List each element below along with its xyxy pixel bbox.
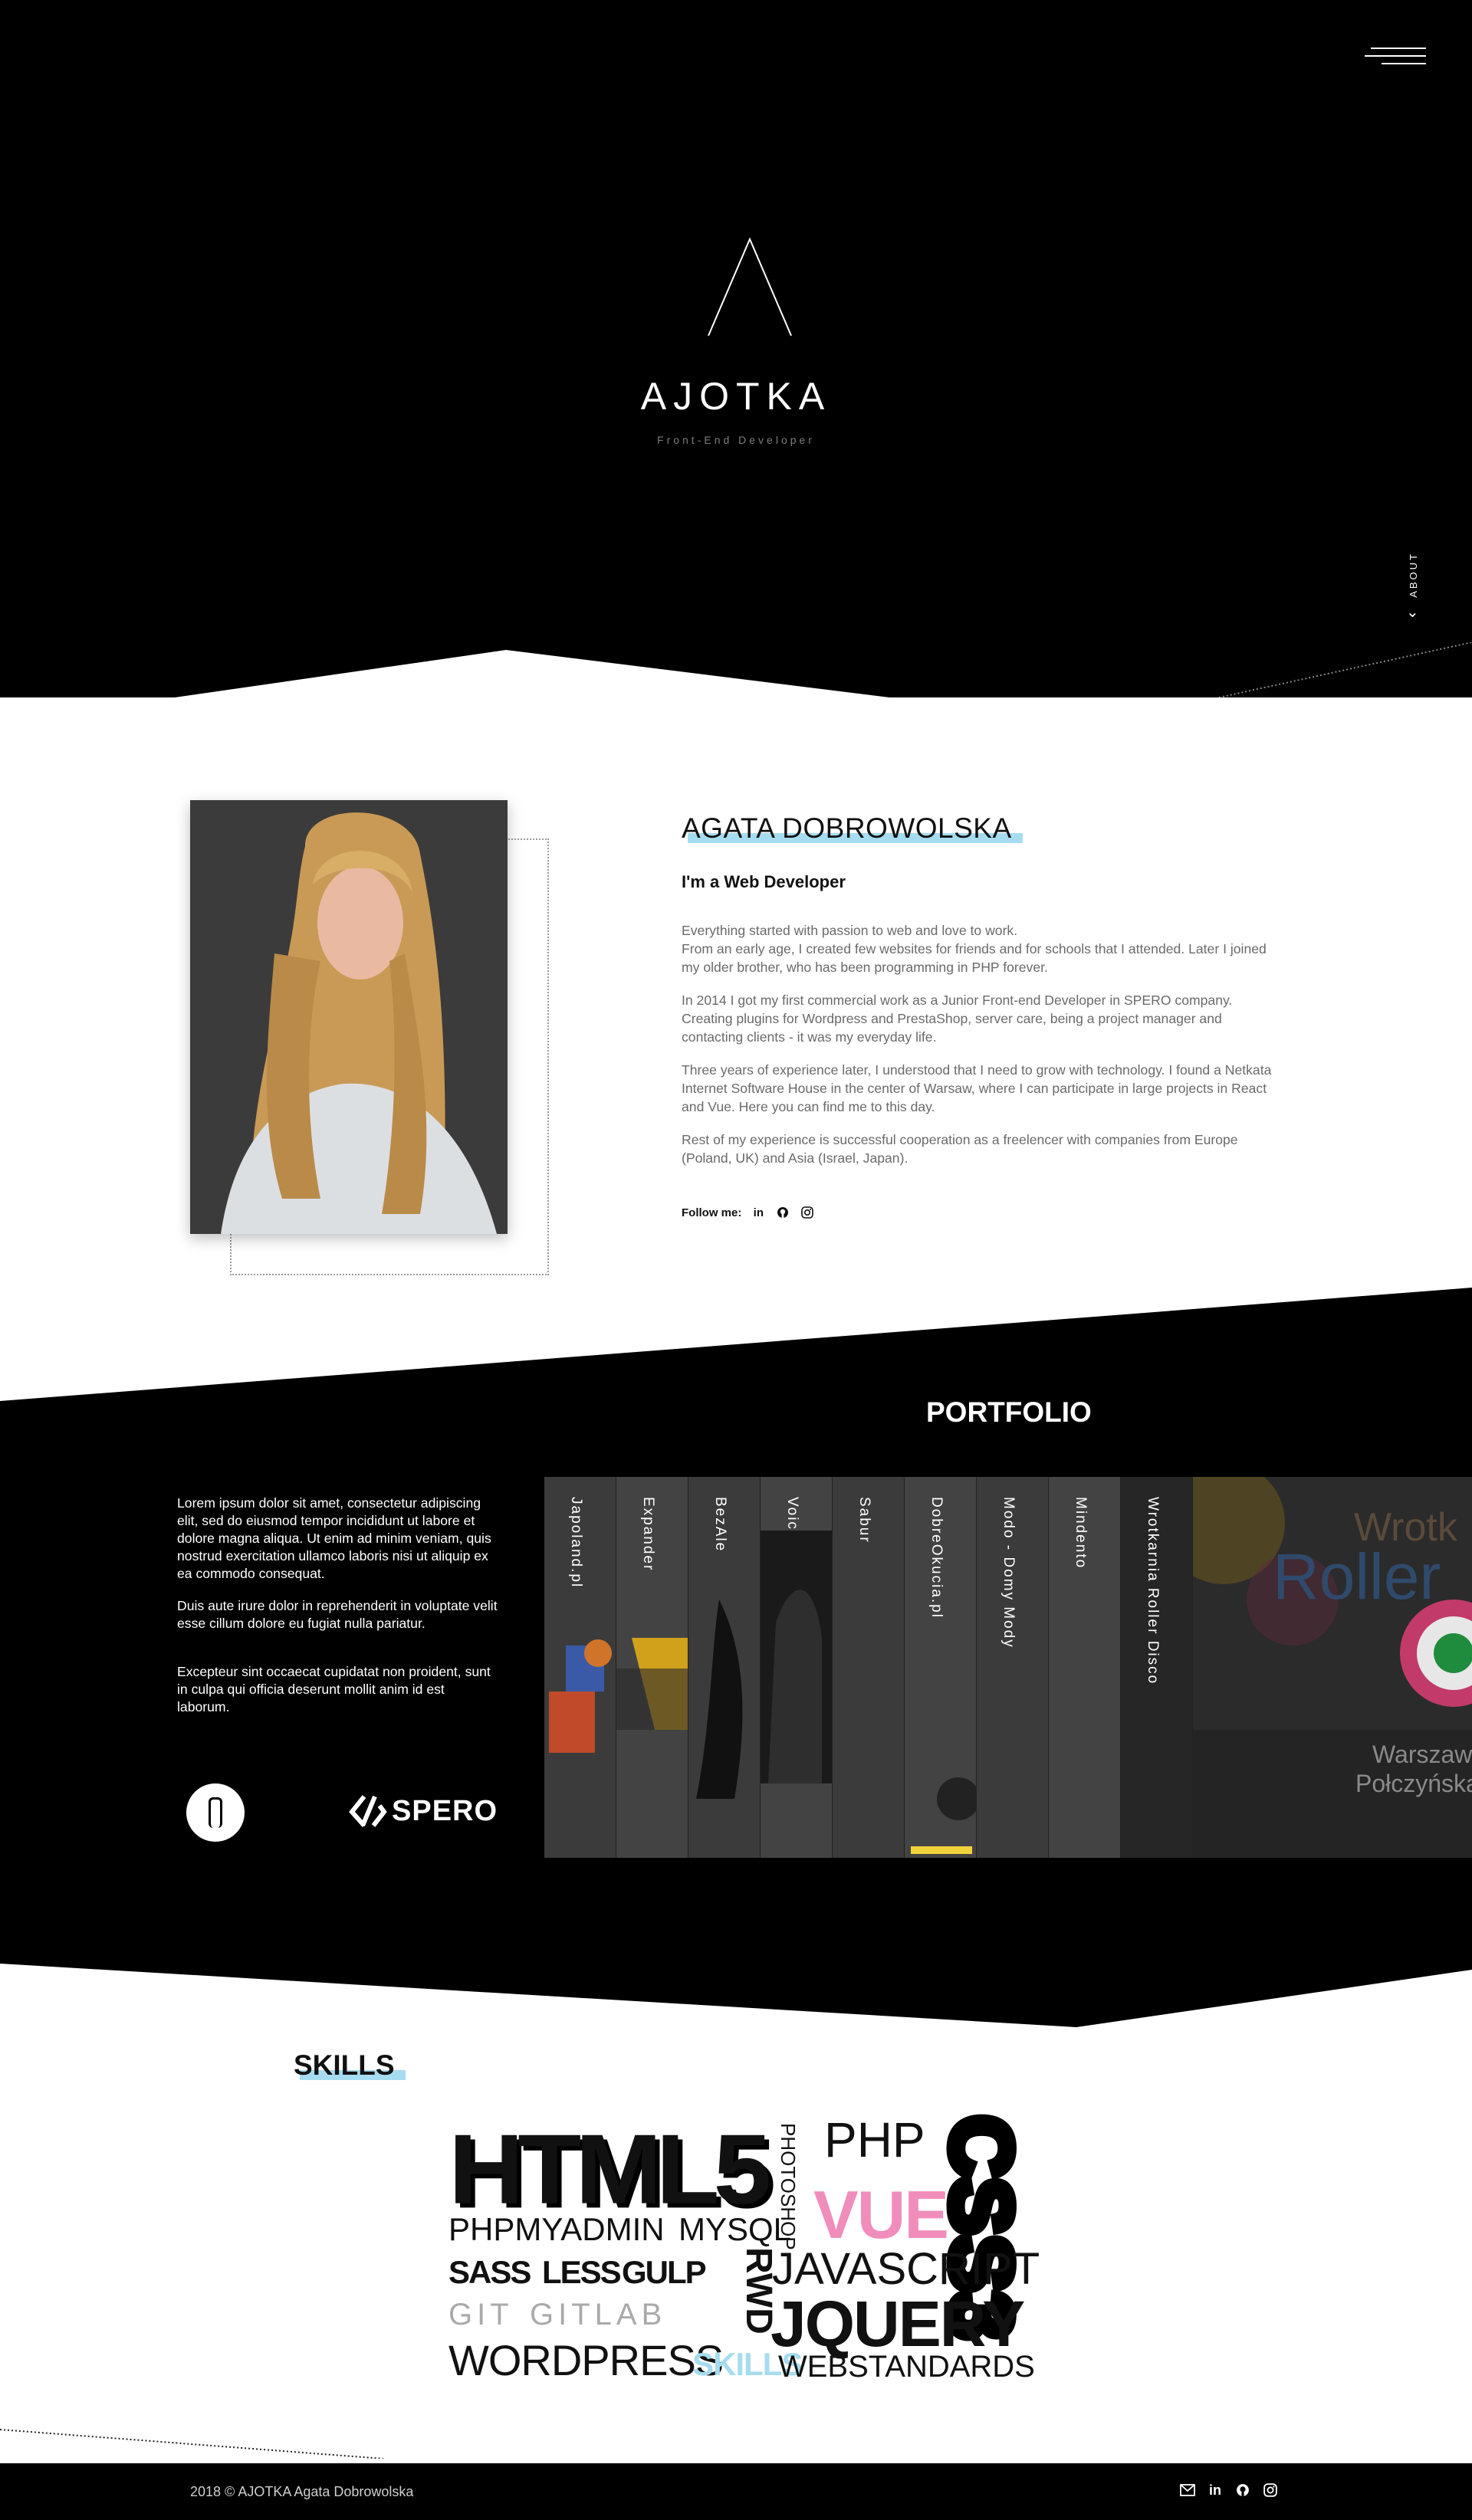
copyright: 2018 © AJOTKA Agata Dobrowolska [190,2484,414,2499]
hamburger-icon[interactable] [1357,44,1426,72]
skill-sass: SASS [449,2254,531,2290]
github-icon[interactable] [1234,2482,1251,2499]
portfolio-heading: PORTFOLIO [926,1396,1102,1428]
about-name-heading: AGATA DOBROWOLSKA [682,812,1023,844]
skills-word-cloud: HTML5 PHOTOSHOP PHP CSS3 PHPMYADMIN MYSQ… [449,2111,1040,2391]
skill-webstandards: WEBSTANDARDS [778,2350,1035,2384]
project-tab[interactable]: Sabur [833,1477,905,1858]
spero-mark-icon [349,1795,387,1827]
project-tab[interactable]: BezAle [688,1477,761,1858]
follow-me: Follow me: in [682,1205,815,1220]
decorative-dotted-line [1219,642,1472,697]
logo-a-icon [708,238,792,336]
brand-logo-circle[interactable] [186,1783,245,1842]
featured-text-line: Roller [1273,1541,1441,1613]
mail-icon[interactable] [1179,2482,1196,2499]
site-subtitle: Front-End Developer [657,434,815,446]
bio-paragraph: In 2014 I got my first commercial work a… [682,993,1233,1045]
bio-paragraph: Rest of my experience is successful coop… [682,1132,1238,1166]
linkedin-icon[interactable]: in [1207,2482,1224,2499]
skill-gulp: GULP [622,2254,707,2290]
follow-label: Follow me: [682,1206,742,1219]
spero-logo[interactable]: SPERO [349,1793,498,1829]
portfolio-paragraph: Lorem ipsum dolor sit amet, consectetur … [177,1495,491,1581]
project-tab[interactable]: Wrotkarnia Roller Disco [1121,1477,1193,1858]
featured-text-line: Połczyńska [1355,1770,1472,1797]
skill-mysql: MYSQL [678,2211,792,2247]
project-tab[interactable]: VoiceFlow [761,1477,833,1858]
bio-paragraph: Everything started with passion to web a… [682,923,1267,975]
linkedin-icon[interactable]: in [751,1205,766,1220]
instagram-icon[interactable] [1262,2482,1279,2499]
about-role: I'm a Web Developer [682,872,846,891]
project-tab[interactable]: Japoland.pl [544,1477,616,1858]
portfolio-intro: Lorem ipsum dolor sit amet, consectetur … [177,1495,499,1731]
skill-vue: VUE [813,2177,949,2253]
footer: 2018 © AJOTKA Agata Dobrowolska in [0,2463,1472,2520]
hero-section: AJOTKA Front-End Developer ABOUT ⌄ [0,0,1472,697]
site-title: AJOTKA [640,375,832,418]
featured-project-preview[interactable]: Wrotk Roller Warszaw Połczyńska [1193,1477,1472,1858]
spero-wordmark: SPERO [392,1794,498,1827]
github-icon[interactable] [775,1205,790,1220]
scroll-to-about-link[interactable]: ABOUT ⌄ [1401,552,1432,621]
featured-text-line: Warszaw [1372,1741,1472,1768]
skill-phpmyadmin: PHPMYADMIN [449,2211,665,2247]
skill-jquery: JQUERY [770,2288,1025,2360]
skill-gitlab: GITLAB [530,2298,667,2331]
profile-photo [190,800,508,1234]
decorative-dotted-line [0,2429,383,2459]
skill-html5: HTML5 [449,2113,771,2225]
skills-heading: SKILLS [294,2049,406,2081]
instagram-icon[interactable] [800,1205,815,1220]
footer-social-links: in [1179,2482,1279,2499]
project-accordion: Japoland.pl Expander BezAle VoiceFlow Sa… [544,1477,1472,1858]
skill-wordpress: WORDPRESS [449,2336,724,2384]
project-tab[interactable]: Expander [616,1477,688,1858]
chevron-down-icon: ⌄ [1406,604,1419,621]
project-tab[interactable]: DobreOkucia.pl [905,1477,977,1858]
portfolio-paragraph: Excepteur sint occaecat cupidatat non pr… [177,1664,491,1714]
skill-php: PHP [824,2112,925,2167]
bio-paragraph: Three years of experience later, I under… [682,1062,1272,1114]
portfolio-paragraph: Duis aute irure dolor in reprehenderit i… [177,1598,498,1631]
about-label: ABOUT [1408,552,1419,598]
skill-git: GIT [449,2298,514,2331]
project-tab[interactable]: Modo - Domy Mody [977,1477,1049,1858]
skill-javascript: JAVASCRIPT [772,2244,1040,2294]
project-tab[interactable]: Mindento [1049,1477,1121,1858]
about-bio: Everything started with passion to web a… [682,921,1280,1182]
skill-less: LESS [542,2254,622,2290]
